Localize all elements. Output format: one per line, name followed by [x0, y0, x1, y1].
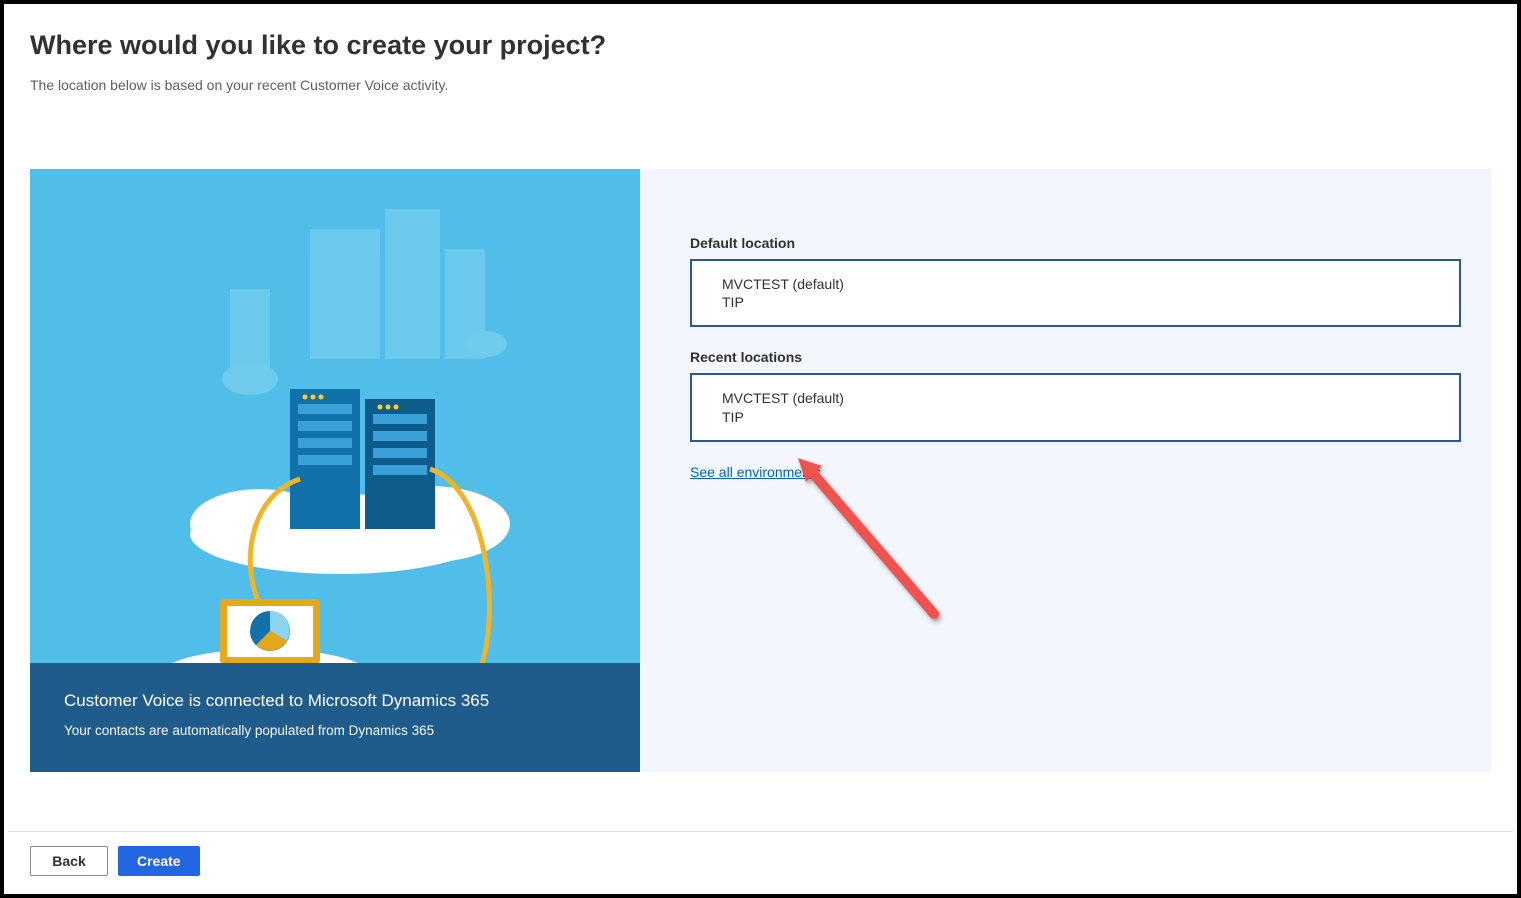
recent-location-sub: TIP — [722, 408, 1429, 426]
back-button[interactable]: Back — [30, 846, 108, 876]
recent-locations-label: Recent locations — [690, 349, 1461, 365]
see-all-environments-link[interactable]: See all environments — [690, 464, 821, 480]
page-title: Where would you like to create your proj… — [30, 30, 1491, 61]
create-button[interactable]: Create — [118, 846, 200, 876]
recent-location-name: MVCTEST (default) — [722, 389, 1429, 407]
cloud-illustration — [30, 169, 640, 663]
page-subtitle: The location below is based on your rece… — [30, 77, 1491, 93]
recent-location-card[interactable]: MVCTEST (default) TIP — [690, 373, 1461, 441]
info-banner-title: Customer Voice is connected to Microsoft… — [64, 691, 606, 711]
default-location-label: Default location — [690, 235, 1461, 251]
default-location-card[interactable]: MVCTEST (default) TIP — [690, 259, 1461, 327]
info-banner: Customer Voice is connected to Microsoft… — [30, 663, 640, 772]
info-banner-text: Your contacts are automatically populate… — [64, 723, 606, 738]
default-location-name: MVCTEST (default) — [722, 275, 1429, 293]
left-panel: Customer Voice is connected to Microsoft… — [30, 169, 640, 772]
footer-bar: Back Create — [8, 831, 1513, 890]
default-location-sub: TIP — [722, 293, 1429, 311]
right-panel: Default location MVCTEST (default) TIP R… — [640, 169, 1491, 772]
